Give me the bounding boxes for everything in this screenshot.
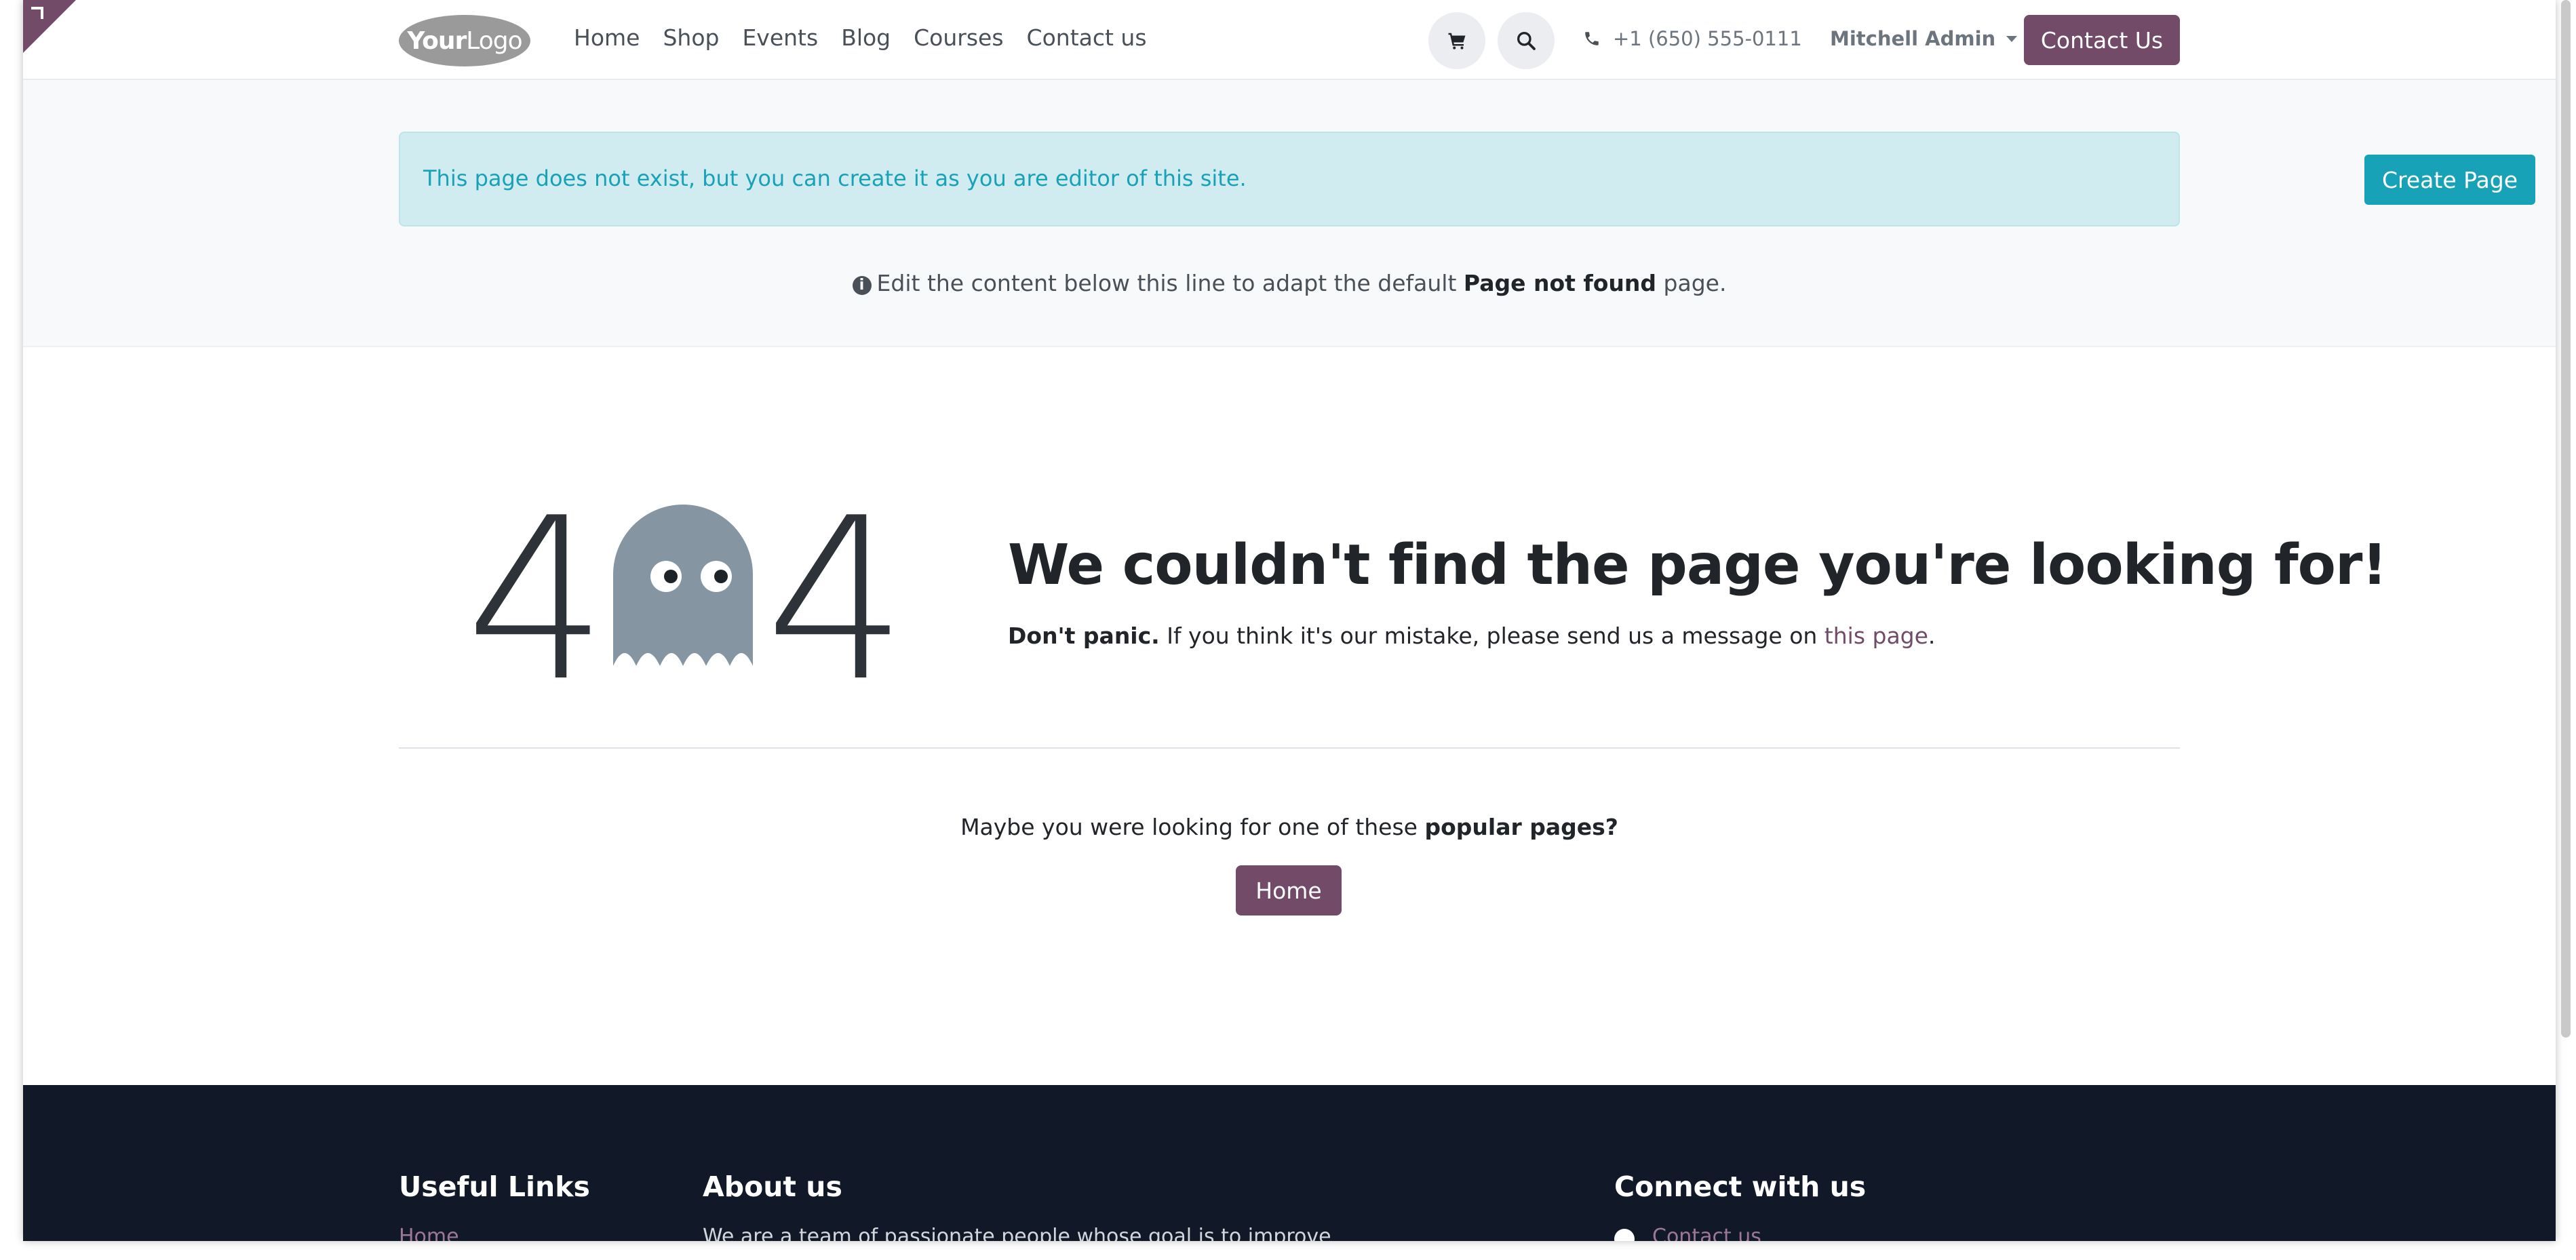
- cart-button[interactable]: [1428, 12, 1485, 69]
- logo-text-bold: Your: [407, 26, 467, 55]
- error-headline: We couldn't find the page you're looking…: [1008, 533, 2387, 597]
- edit-note-bold: Page not found: [1463, 270, 1657, 296]
- main-nav: Home Shop Events Blog Courses Contact us: [574, 24, 1147, 51]
- edit-note-prefix: Edit the content below this line to adap…: [876, 270, 1464, 296]
- browser-page: Your Logo Home Shop Events Blog Courses C…: [23, 0, 2556, 1241]
- cart-icon: [1448, 33, 1466, 50]
- nav-events[interactable]: Events: [742, 24, 818, 51]
- search-button[interactable]: [1498, 12, 1555, 69]
- logo-text-thin: Logo: [466, 26, 522, 55]
- footer-about-heading: About us: [703, 1170, 842, 1203]
- page-missing-alert: This page does not exist, but you can cr…: [399, 132, 2535, 227]
- nav-blog[interactable]: Blog: [841, 24, 891, 51]
- subtext-body: If you think it's our mistake, please se…: [1159, 623, 1824, 649]
- error-digit-left: 4: [465, 470, 608, 730]
- footer-about-text: We are a team of passionate people whose…: [703, 1225, 1331, 1241]
- footer-connect-heading: Connect with us: [1614, 1170, 1867, 1203]
- phone-number: +1 (650) 555-0111: [1613, 27, 1802, 50]
- error-digit-right: 4: [765, 470, 908, 730]
- site-footer: Useful Links Home About us We are a team…: [23, 1085, 2556, 1241]
- this-page-link[interactable]: this page: [1824, 623, 1928, 649]
- footer-useful-links-heading: Useful Links: [399, 1170, 590, 1203]
- site-header: Your Logo Home Shop Events Blog Courses C…: [23, 0, 2556, 80]
- fullscreen-icon: [31, 7, 43, 19]
- nav-home[interactable]: Home: [574, 24, 640, 51]
- edit-note-suffix: page.: [1656, 270, 1727, 296]
- alert-message: This page does not exist, but you can cr…: [423, 165, 1247, 191]
- user-name: Mitchell Admin: [1830, 27, 1996, 50]
- popular-prefix: Maybe you were looking for one of these: [960, 814, 1425, 840]
- popular-pages-text: Maybe you were looking for one of these …: [23, 814, 2556, 840]
- contact-us-button[interactable]: Contact Us: [2024, 15, 2180, 65]
- nav-shop[interactable]: Shop: [663, 24, 719, 51]
- divider: [399, 747, 2180, 749]
- edit-note: i Edit the content below this line to ada…: [23, 270, 2556, 296]
- error-subtext: Don't panic. If you think it's our mista…: [1008, 623, 1935, 649]
- phone-icon: [1585, 32, 1599, 45]
- site-logo[interactable]: Your Logo: [399, 15, 530, 66]
- search-icon: [1517, 32, 1536, 50]
- home-button[interactable]: Home: [1236, 865, 1342, 916]
- popular-bold: popular pages?: [1424, 814, 1618, 840]
- nav-courses[interactable]: Courses: [914, 24, 1003, 51]
- footer-link-contact[interactable]: Contact us: [1652, 1225, 1761, 1241]
- phone-contact[interactable]: +1 (650) 555-0111: [1583, 27, 1802, 50]
- nav-contact[interactable]: Contact us: [1027, 24, 1147, 51]
- info-icon: i: [852, 275, 872, 295]
- ghost-icon: [613, 505, 753, 666]
- page-scrollbar[interactable]: [2561, 0, 2571, 1038]
- subtext-end: .: [1928, 623, 1936, 649]
- editor-notice-section: This page does not exist, but you can cr…: [23, 80, 2556, 347]
- footer-link-home[interactable]: Home: [399, 1225, 459, 1241]
- create-page-button[interactable]: Create Page: [2364, 155, 2535, 205]
- subtext-bold: Don't panic.: [1008, 623, 1160, 649]
- user-menu[interactable]: Mitchell Admin: [1830, 27, 2018, 50]
- chevron-down-icon: [2006, 35, 2018, 42]
- comment-icon: [1614, 1229, 1635, 1241]
